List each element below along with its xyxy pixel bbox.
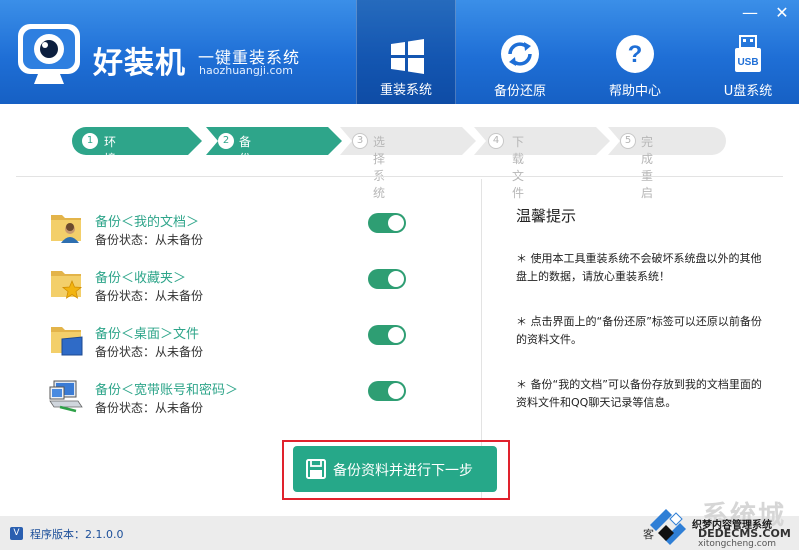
version-icon: V <box>10 527 23 540</box>
help-icon: ? <box>616 35 654 73</box>
desktop-folder-icon <box>51 327 83 356</box>
step-number: 1 <box>82 133 98 149</box>
tip-item: ＊ 点击界面上的“备份还原”标签可以还原以前备份的资料文件。 <box>516 315 762 346</box>
divider <box>16 176 783 177</box>
step-label: 备份资料 <box>239 135 252 200</box>
step-number: 5 <box>620 133 636 149</box>
installer-window: 好装机 一键重装系统 haozhuangji.com — ✕ 重装系统 备份还原 <box>0 0 799 550</box>
step-label: 完成重启 <box>641 135 654 200</box>
backup-row-broadband: 备份＜宽带账号和密码＞ 备份状态：从未备份 <box>48 377 418 421</box>
minimize-button[interactable]: — <box>740 4 760 22</box>
toggle-knob <box>388 271 404 287</box>
step-number: 4 <box>488 133 504 149</box>
backup-title: 备份＜收藏夹＞ <box>95 271 187 286</box>
tab-reinstall-system[interactable]: 重装系统 <box>356 0 456 104</box>
backup-broadband-toggle[interactable] <box>368 381 406 401</box>
backup-status: 备份状态：从未备份 <box>95 345 204 359</box>
favorites-folder-icon <box>51 271 83 299</box>
tab-label: 备份还原 <box>493 84 546 99</box>
tab-help-center[interactable]: ? 帮助中心 <box>585 22 685 104</box>
save-disk-icon <box>306 459 326 479</box>
step-label: 选择系统 <box>373 135 386 200</box>
tab-label: U盘系统 <box>723 84 773 99</box>
backup-favorites-toggle[interactable] <box>368 269 406 289</box>
button-label: 备份资料并进行下一步 <box>333 463 473 479</box>
backup-row-documents: 备份＜我的文档＞ 备份状态：从未备份 <box>48 209 418 253</box>
version-text: 程序版本：2.1.0.0 <box>30 528 124 541</box>
header-bar: 好装机 一键重装系统 haozhuangji.com — ✕ 重装系统 备份还原 <box>0 0 799 104</box>
svg-text:USB: USB <box>737 57 758 68</box>
backup-documents-toggle[interactable] <box>368 213 406 233</box>
step-number: 2 <box>218 133 234 149</box>
watermark-diamond-logo-icon <box>650 509 686 545</box>
backup-status: 备份状态：从未备份 <box>95 289 204 303</box>
step-label: 环境检测 <box>104 135 117 200</box>
backup-title: 备份＜宽带账号和密码＞ <box>95 383 239 398</box>
step-number: 3 <box>352 133 368 149</box>
tip-item: ＊ 备份“我的文档”可以备份存放到我的文档里面的资料文件和QQ聊天记录等信息。 <box>516 378 762 409</box>
tip-item: ＊ 使用本工具重装系统不会破坏系统盘以外的其他盘上的数据，请放心重装系统！ <box>516 252 762 283</box>
backup-title: 备份＜我的文档＞ <box>95 215 200 230</box>
backup-and-next-button[interactable]: 备份资料并进行下一步 <box>293 446 497 492</box>
svg-text:?: ? <box>628 41 643 68</box>
documents-folder-icon <box>51 215 81 243</box>
backup-desktop-toggle[interactable] <box>368 325 406 345</box>
windows-icon <box>391 39 424 74</box>
toggle-knob <box>388 383 404 399</box>
step-label: 下载文件 <box>512 135 525 200</box>
watermark: 系统城 织梦内容管理系统 DEDECMS.COM xitongcheng.com <box>646 495 799 550</box>
close-button[interactable]: ✕ <box>772 4 792 22</box>
network-icon <box>49 380 83 413</box>
tips-title: 温馨提示 <box>516 207 577 225</box>
tab-label: 帮助中心 <box>608 84 661 99</box>
tab-usb-system[interactable]: USB U盘系统 <box>698 22 798 104</box>
app-domain: haozhuangji.com <box>199 64 293 77</box>
backup-row-favorites: 备份＜收藏夹＞ 备份状态：从未备份 <box>48 265 418 309</box>
refresh-icon <box>501 35 539 73</box>
toggle-knob <box>388 327 404 343</box>
usb-icon: USB <box>735 35 761 72</box>
toggle-knob <box>388 215 404 231</box>
app-brand: 好装机 <box>93 46 186 81</box>
backup-status: 备份状态：从未备份 <box>95 401 204 415</box>
backup-status: 备份状态：从未备份 <box>95 233 204 247</box>
watermark-text: xitongcheng.com <box>698 539 776 549</box>
backup-row-desktop: 备份＜桌面＞文件 备份状态：从未备份 <box>48 321 418 365</box>
monitor-eye-logo-icon <box>18 24 80 84</box>
tab-label: 重装系统 <box>379 83 432 98</box>
tab-backup-restore[interactable]: 备份还原 <box>470 22 570 104</box>
backup-title: 备份＜桌面＞文件 <box>95 327 200 342</box>
